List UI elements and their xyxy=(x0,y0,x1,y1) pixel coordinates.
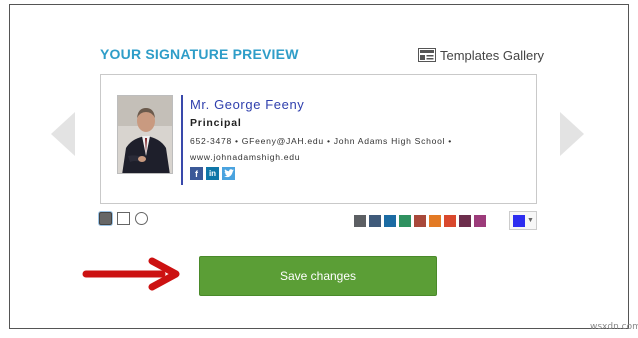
signature-contact: 652-3478 • GFeeny@JAH.edu • John Adams H… xyxy=(190,136,452,146)
next-template-button[interactable] xyxy=(557,112,587,156)
color-swatch[interactable] xyxy=(429,215,441,227)
signature-name: Mr. George Feeny xyxy=(190,97,305,112)
color-swatch[interactable] xyxy=(414,215,426,227)
templates-gallery-icon xyxy=(418,48,436,62)
chevron-left-icon xyxy=(51,112,75,156)
layout-options xyxy=(99,212,148,225)
color-swatch[interactable] xyxy=(474,215,486,227)
watermark-text: wsxdn.com xyxy=(590,322,638,332)
chevron-down-icon: ▼ xyxy=(527,217,534,224)
signature-divider xyxy=(181,95,183,185)
previous-template-button[interactable] xyxy=(48,112,78,156)
color-swatch[interactable] xyxy=(354,215,366,227)
color-swatch[interactable] xyxy=(459,215,471,227)
color-swatch[interactable] xyxy=(384,215,396,227)
signature-website: www.johnadamshigh.edu xyxy=(190,152,301,162)
signature-role: Principal xyxy=(190,117,242,129)
profile-photo xyxy=(117,95,173,174)
social-icons: f in xyxy=(190,167,235,180)
layout-option-outline-circle[interactable] xyxy=(135,212,148,225)
color-swatch[interactable] xyxy=(369,215,381,227)
red-arrow-icon xyxy=(82,257,180,291)
save-changes-button[interactable]: Save changes xyxy=(199,256,437,296)
color-swatch[interactable] xyxy=(399,215,411,227)
custom-color-picker[interactable]: ▼ xyxy=(509,211,537,230)
templates-gallery-link[interactable]: Templates Gallery xyxy=(418,46,544,64)
color-palette xyxy=(354,215,486,227)
selected-color-swatch xyxy=(513,214,525,227)
layout-option-filled-square[interactable] xyxy=(99,212,112,225)
twitter-icon[interactable] xyxy=(222,167,235,180)
templates-gallery-label: Templates Gallery xyxy=(440,47,545,63)
page-title: YOUR SIGNATURE PREVIEW xyxy=(100,46,299,62)
linkedin-icon[interactable]: in xyxy=(206,167,219,180)
facebook-icon[interactable]: f xyxy=(190,167,203,180)
color-swatch[interactable] xyxy=(444,215,456,227)
chevron-right-icon xyxy=(560,112,584,156)
layout-option-outline-square[interactable] xyxy=(117,212,130,225)
